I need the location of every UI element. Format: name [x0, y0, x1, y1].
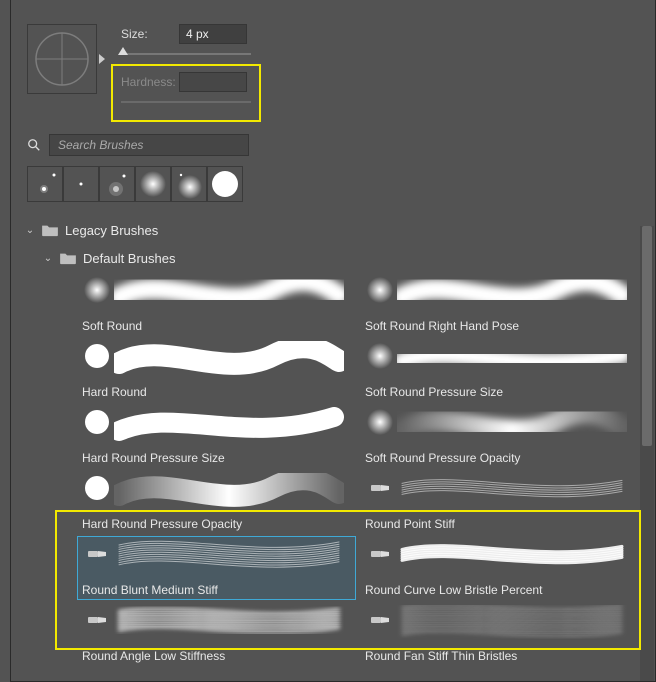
brush-tip-icon — [365, 275, 395, 305]
folder-default-brushes[interactable]: ⌄ Default Brushes — [21, 244, 655, 272]
brush-preset[interactable]: Round Angle Low Stiffness — [77, 602, 356, 666]
brush-preset[interactable]: Hard Round Pressure Opacity — [77, 470, 356, 534]
hardness-label: Hardness: — [121, 75, 179, 89]
brush-preset[interactable]: Hard Round Pressure Size — [77, 404, 356, 468]
brush-preview[interactable] — [27, 24, 97, 94]
folder-icon — [59, 251, 77, 265]
brush-name-label: Round Fan Stiff Thin Bristles — [365, 649, 517, 663]
brush-preset[interactable]: Soft Round — [77, 272, 356, 336]
size-slider[interactable] — [121, 48, 251, 58]
brush-name-label: Round Curve Low Bristle Percent — [365, 583, 542, 597]
brush-tip-icon — [365, 605, 395, 635]
search-row — [11, 128, 655, 166]
brush-name-label: Hard Round Pressure Opacity — [82, 517, 242, 531]
brush-settings-section: Size: 4 px Hardness: — [11, 0, 655, 128]
recent-brushes — [11, 166, 655, 216]
brush-tip-icon — [365, 407, 395, 437]
scrollbar[interactable] — [640, 226, 654, 681]
brush-preset[interactable]: Soft Round Right Hand Pose — [360, 272, 639, 336]
brush-tip-icon — [82, 341, 112, 371]
brush-preset[interactable]: Hard Round — [77, 338, 356, 402]
hardness-slider — [121, 96, 251, 106]
chevron-down-icon: ⌄ — [43, 253, 53, 264]
brush-tip-icon — [82, 275, 112, 305]
flyout-arrow-icon[interactable] — [99, 54, 105, 64]
brush-tree: ⌄ Legacy Brushes ⌄ Default Brushes Soft … — [11, 216, 655, 666]
brush-preset[interactable]: Soft Round Pressure Size — [360, 338, 639, 402]
brush-name-label: Hard Round — [82, 385, 147, 399]
folder-label: Legacy Brushes — [65, 223, 158, 238]
brush-tip-icon — [82, 539, 112, 569]
brush-name-label: Soft Round Pressure Opacity — [365, 451, 520, 465]
folder-legacy-brushes[interactable]: ⌄ Legacy Brushes — [21, 216, 655, 244]
brush-grid: Soft Round Soft Round Right Hand Pose Hard… — [77, 272, 639, 666]
brush-name-label: Soft Round Pressure Size — [365, 385, 503, 399]
brush-name-label: Hard Round Pressure Size — [82, 451, 225, 465]
search-input[interactable] — [49, 134, 249, 156]
brush-name-label: Soft Round Right Hand Pose — [365, 319, 519, 333]
recent-brush-3[interactable] — [99, 166, 135, 202]
brush-tip-icon — [365, 473, 395, 503]
folder-icon — [41, 223, 59, 237]
brush-preset[interactable]: Soft Round Pressure Opacity — [360, 404, 639, 468]
brush-tip-icon — [82, 407, 112, 437]
brush-tip-icon — [365, 341, 395, 371]
brush-tip-icon — [82, 473, 112, 503]
brush-name-label: Round Angle Low Stiffness — [82, 649, 225, 663]
search-icon — [27, 138, 41, 152]
recent-brush-5[interactable] — [171, 166, 207, 202]
brush-preset[interactable]: Round Fan Stiff Thin Bristles — [360, 602, 639, 666]
brush-name-label: Round Blunt Medium Stiff — [82, 583, 218, 597]
recent-brush-1[interactable] — [27, 166, 63, 202]
brush-picker-panel: Size: 4 px Hardness: — [10, 0, 656, 682]
brush-name-label: Soft Round — [82, 319, 142, 333]
size-label: Size: — [121, 27, 179, 41]
size-field[interactable]: 4 px — [179, 24, 247, 44]
recent-brush-4[interactable] — [135, 166, 171, 202]
recent-brush-2[interactable] — [63, 166, 99, 202]
brush-name-label: Round Point Stiff — [365, 517, 455, 531]
brush-preset[interactable]: Round Blunt Medium Stiff — [77, 536, 356, 600]
recent-brush-6[interactable] — [207, 166, 243, 202]
brush-preset[interactable]: Round Point Stiff — [360, 470, 639, 534]
hardness-field — [179, 72, 247, 92]
brush-tip-icon — [365, 539, 395, 569]
chevron-down-icon: ⌄ — [25, 225, 35, 236]
brush-preset[interactable]: Round Curve Low Bristle Percent — [360, 536, 639, 600]
brush-tip-icon — [82, 605, 112, 635]
folder-label: Default Brushes — [83, 251, 176, 266]
